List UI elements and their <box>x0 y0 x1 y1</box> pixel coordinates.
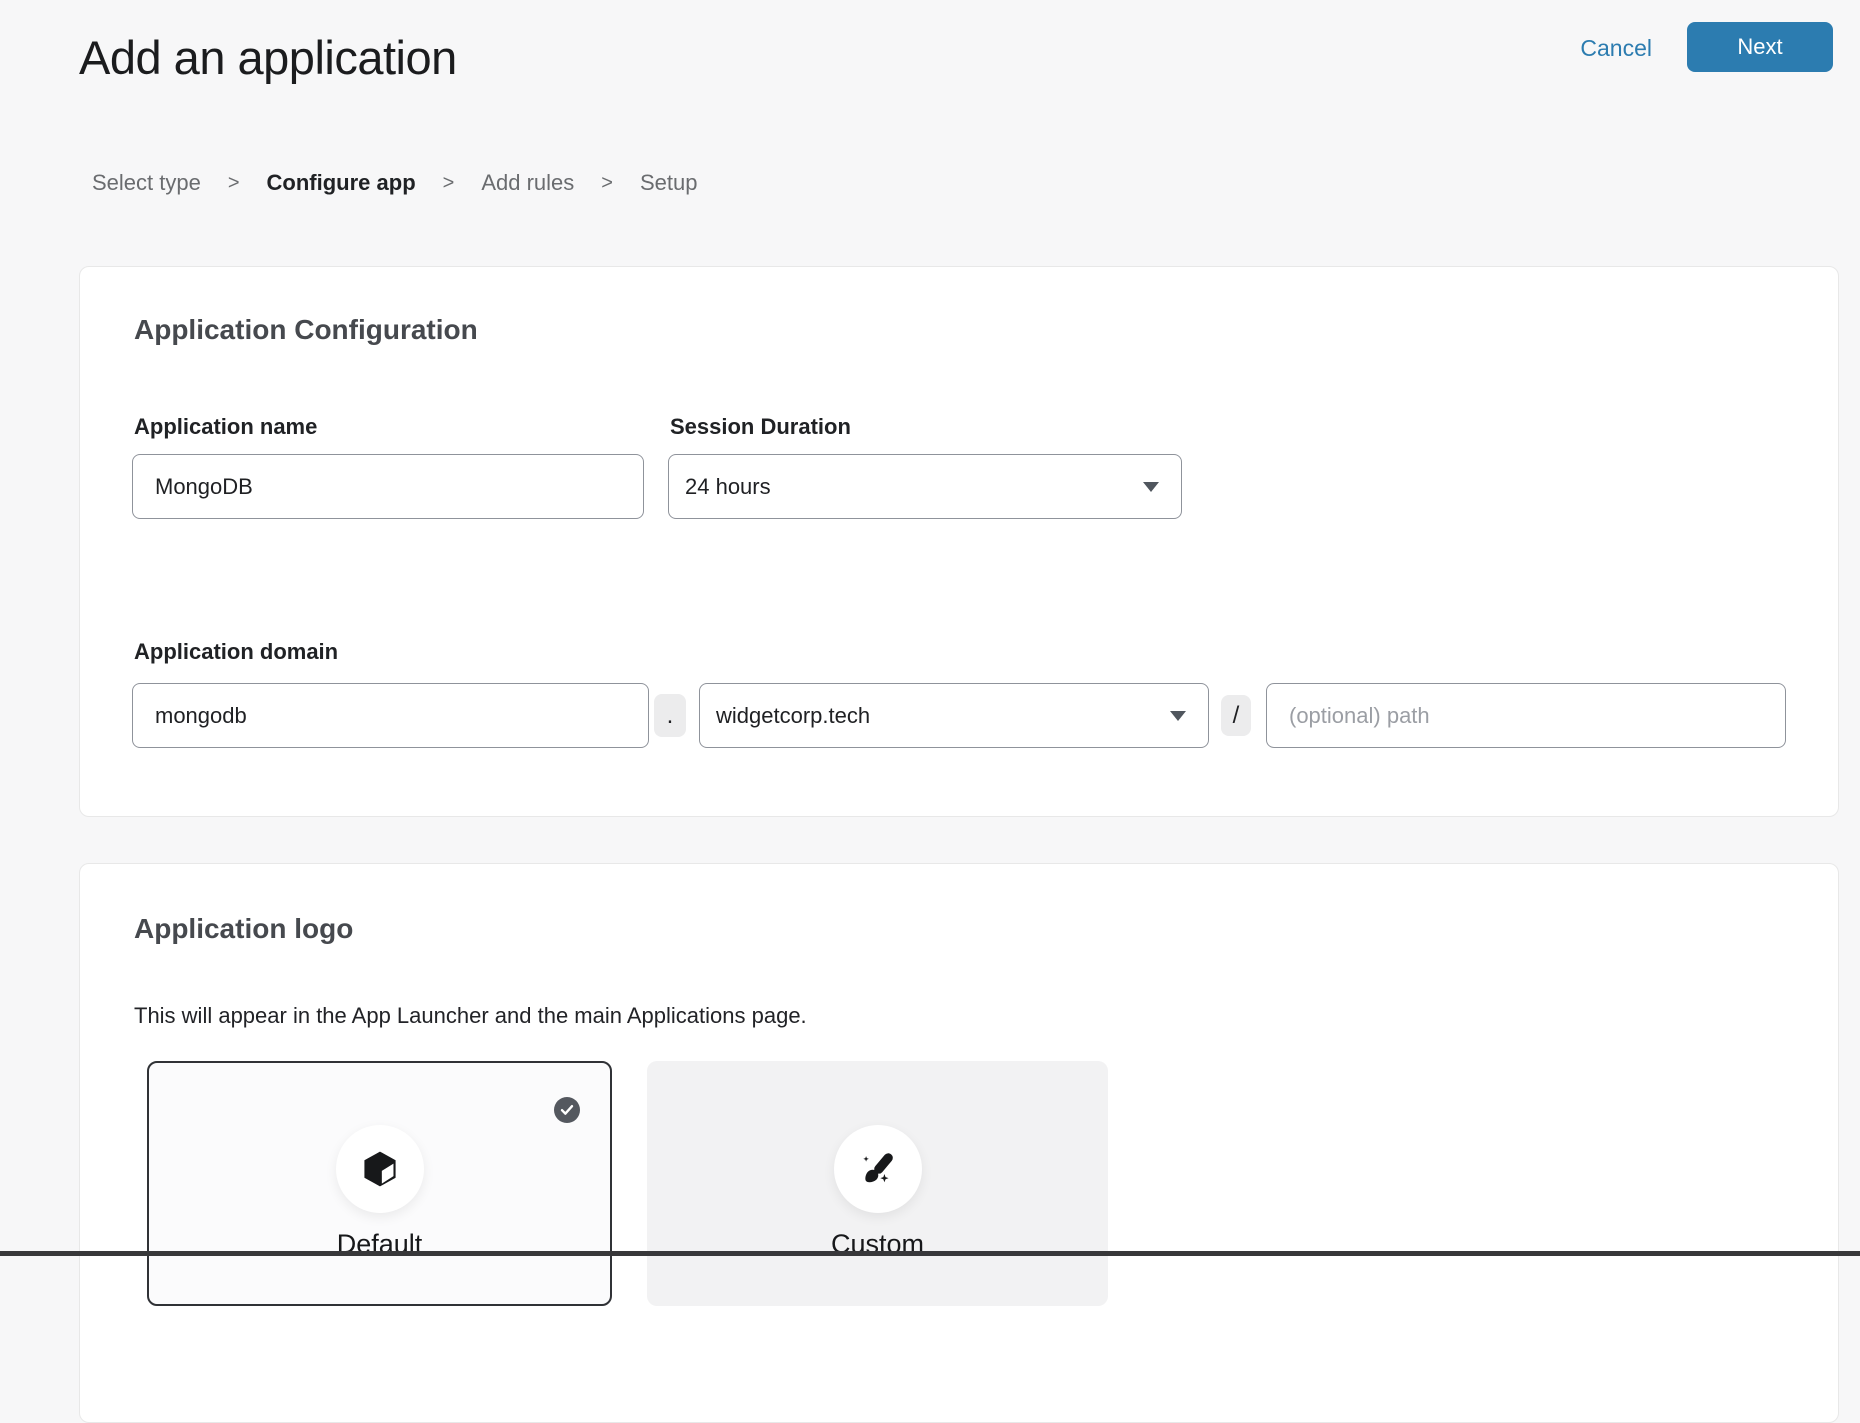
application-logo-card: Application logo This will appear in the… <box>79 863 1839 1423</box>
logo-option-default[interactable]: Default <box>147 1061 612 1306</box>
breadcrumb-separator: > <box>228 172 240 195</box>
breadcrumb-separator: > <box>601 172 613 195</box>
breadcrumb-separator: > <box>443 172 455 195</box>
breadcrumb-step-configure-app[interactable]: Configure app <box>267 170 416 196</box>
breadcrumb: Select type > Configure app > Add rules … <box>92 170 697 196</box>
cube-icon <box>358 1146 402 1192</box>
session-duration-value: 24 hours <box>685 474 771 500</box>
page-title: Add an application <box>79 30 457 85</box>
breadcrumb-step-setup[interactable]: Setup <box>640 170 698 196</box>
default-logo-circle <box>336 1125 424 1213</box>
application-configuration-heading: Application Configuration <box>134 314 478 346</box>
subdomain-input[interactable] <box>132 683 649 748</box>
screen-bottom-edge <box>0 1251 1860 1256</box>
breadcrumb-step-select-type[interactable]: Select type <box>92 170 201 196</box>
session-duration-select[interactable]: 24 hours <box>668 454 1182 519</box>
domain-select[interactable]: widgetcorp.tech <box>699 683 1209 748</box>
application-configuration-card: Application Configuration Application na… <box>79 266 1839 817</box>
logo-option-custom[interactable]: Custom <box>647 1061 1108 1306</box>
application-logo-heading: Application logo <box>134 913 353 945</box>
dot-separator: . <box>654 694 686 737</box>
breadcrumb-step-add-rules[interactable]: Add rules <box>481 170 574 196</box>
chevron-down-icon <box>1143 482 1159 492</box>
application-logo-description: This will appear in the App Launcher and… <box>134 1003 807 1029</box>
application-name-label: Application name <box>134 414 317 440</box>
next-button[interactable]: Next <box>1687 22 1833 72</box>
session-duration-label: Session Duration <box>670 414 851 440</box>
application-domain-label: Application domain <box>134 639 338 665</box>
cancel-link[interactable]: Cancel <box>1580 35 1652 62</box>
application-name-input[interactable] <box>132 454 644 519</box>
selected-check-badge <box>554 1097 580 1123</box>
paintbrush-icon <box>856 1147 900 1191</box>
chevron-down-icon <box>1170 711 1186 721</box>
check-icon <box>560 1104 574 1116</box>
path-input[interactable] <box>1266 683 1786 748</box>
custom-logo-circle <box>834 1125 922 1213</box>
slash-separator: / <box>1221 695 1251 736</box>
domain-select-value: widgetcorp.tech <box>716 703 870 729</box>
